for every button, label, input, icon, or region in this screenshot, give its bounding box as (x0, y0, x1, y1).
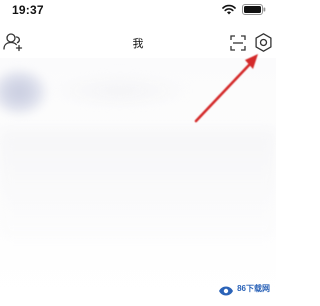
watermark: 86下载网 (218, 282, 270, 296)
watermark-logo-icon (218, 282, 234, 296)
phone-screen: 19:37 我 86下载网 (0, 0, 276, 306)
blurred-content (0, 58, 276, 306)
content-panel (0, 130, 276, 240)
avatar (0, 68, 48, 116)
settings-icon[interactable] (253, 32, 274, 53)
battery-icon (242, 4, 266, 15)
nav-bar: 我 (0, 28, 276, 58)
scan-icon[interactable] (229, 34, 247, 52)
profile-info (50, 76, 190, 106)
status-time: 19:37 (12, 3, 44, 17)
wifi-icon (222, 4, 236, 15)
status-bar: 19:37 (0, 0, 276, 22)
watermark-text: 86下载网 (237, 283, 270, 293)
status-icons (222, 4, 266, 15)
